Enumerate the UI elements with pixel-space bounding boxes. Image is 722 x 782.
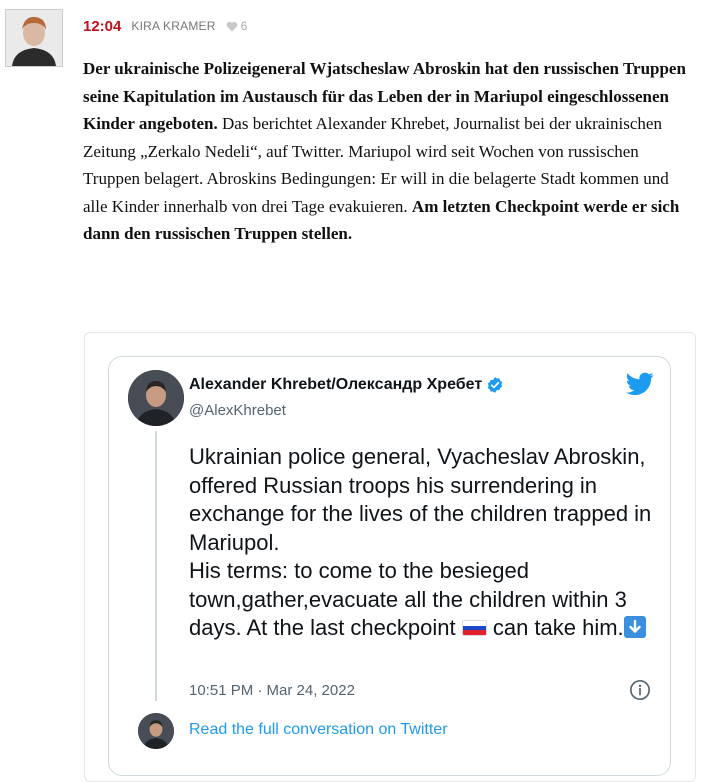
tweet-card[interactable]: Alexander Khrebet/Олександр Хребет @Alex… [108, 356, 671, 776]
twitter-bird-icon[interactable] [626, 372, 654, 396]
russia-flag-emoji [461, 620, 487, 636]
comment-meta: 12:04 KIRA KRAMER 6 [83, 16, 247, 36]
tweet-terms-end: can take him. [486, 615, 624, 640]
tweet-text-line2: His terms: to come to the besieged town,… [189, 557, 659, 643]
tweet-text-line1: Ukrainian police general, Vyacheslav Abr… [189, 444, 652, 555]
verified-badge-icon [488, 377, 503, 393]
read-conversation-link[interactable]: Read the full conversation on Twitter [189, 721, 448, 739]
tweet-handle[interactable]: @AlexKhrebet [189, 402, 286, 419]
comment-body: Der ukrainische Polizeigeneral Wjatsches… [83, 55, 695, 248]
author-avatar [5, 9, 63, 67]
down-arrow-emoji [623, 616, 646, 638]
tweet-text: Ukrainian police general, Vyacheslav Abr… [189, 443, 659, 643]
like-counter[interactable]: 6 [226, 19, 248, 33]
comment-author: KIRA KRAMER [131, 19, 216, 33]
heart-icon[interactable] [226, 21, 238, 32]
like-count: 6 [240, 19, 248, 33]
reply-author-avatar[interactable] [138, 713, 174, 749]
display-name-text[interactable]: Alexander Khrebet/Олександр Хребет [189, 376, 482, 394]
tweet-timestamp[interactable]: 10:51 PM · Mar 24, 2022 [189, 682, 355, 699]
tweet-display-name[interactable]: Alexander Khrebet/Олександр Хребет [189, 376, 504, 394]
tweet-author-avatar[interactable] [128, 370, 184, 426]
info-icon[interactable] [629, 679, 651, 701]
comment-time: 12:04 [83, 17, 122, 35]
thread-line [155, 431, 157, 701]
